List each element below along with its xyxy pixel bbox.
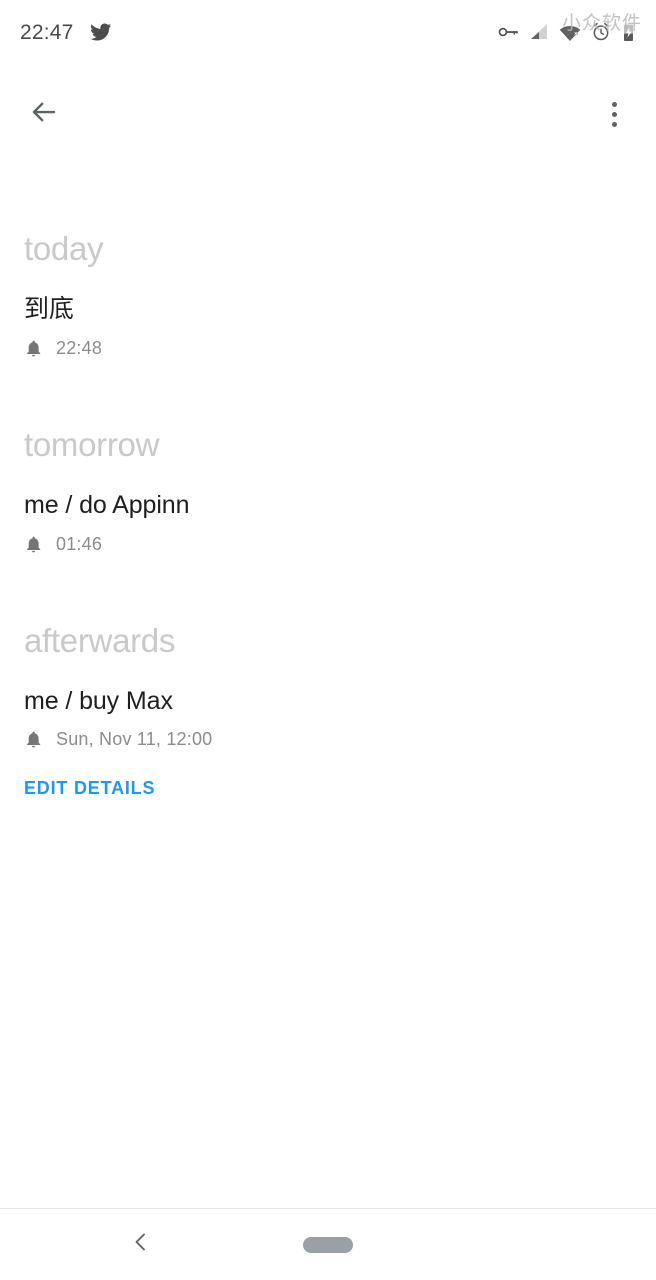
vpn-key-icon	[497, 24, 519, 40]
task-reminder-time: Sun, Nov 11, 12:00	[56, 729, 213, 750]
chevron-back-icon	[129, 1230, 153, 1259]
back-button[interactable]	[20, 90, 68, 138]
status-bar-right	[497, 22, 636, 42]
task-reminder-time: 22:48	[56, 337, 103, 358]
more-vert-icon-dot2	[611, 111, 617, 117]
status-bar-clock: 22:47	[20, 20, 74, 44]
more-vert-icon	[611, 101, 617, 107]
list-item[interactable]: 到底 22:48	[24, 265, 632, 359]
more-vert-icon-dot3	[611, 121, 617, 127]
task-reminder-time: 01:46	[56, 533, 103, 554]
wifi-off-icon	[559, 23, 581, 41]
list-item[interactable]: me / do Appinn 01:46	[24, 461, 632, 555]
task-title: me / do Appinn	[24, 490, 190, 519]
system-navigation-bar	[0, 1209, 656, 1280]
task-title: 到底	[24, 295, 74, 323]
section-tomorrow: tomorrow me / do Appinn 01:46	[0, 359, 656, 555]
arrow-back-icon	[29, 97, 59, 132]
nav-home-pill[interactable]	[303, 1236, 353, 1253]
twitter-icon	[89, 21, 112, 43]
bell-icon	[24, 338, 43, 359]
section-afterwards: afterwards me / buy Max Sun, Nov 11, 12:…	[0, 555, 656, 800]
bell-icon	[24, 534, 43, 555]
bell-icon	[24, 729, 43, 750]
status-bar-left: 22:47	[20, 21, 112, 43]
edit-details-button[interactable]: EDIT DETAILS	[24, 778, 155, 799]
section-today: today 到底 22:48	[0, 164, 656, 359]
task-list: today 到底 22:48 tomorrow me / do Appinn 0…	[0, 164, 656, 1208]
alarm-clock-icon	[591, 22, 611, 42]
overflow-menu-button[interactable]	[590, 90, 638, 138]
task-reminder: 01:46	[24, 534, 632, 555]
task-title: me / buy Max	[24, 686, 173, 715]
task-reminder: 22:48	[24, 338, 632, 359]
task-reminder: Sun, Nov 11, 12:00	[24, 729, 632, 750]
section-header-tomorrow: tomorrow	[24, 425, 160, 463]
section-header-afterwards: afterwards	[24, 621, 176, 659]
app-bar	[0, 64, 656, 164]
cellular-signal-icon	[529, 23, 549, 41]
list-item[interactable]: me / buy Max Sun, Nov 11, 12:00	[24, 657, 632, 751]
nav-back-button[interactable]	[118, 1222, 164, 1268]
section-header-today: today	[24, 230, 104, 267]
status-bar: 22:47	[0, 0, 656, 64]
battery-icon	[621, 23, 636, 42]
